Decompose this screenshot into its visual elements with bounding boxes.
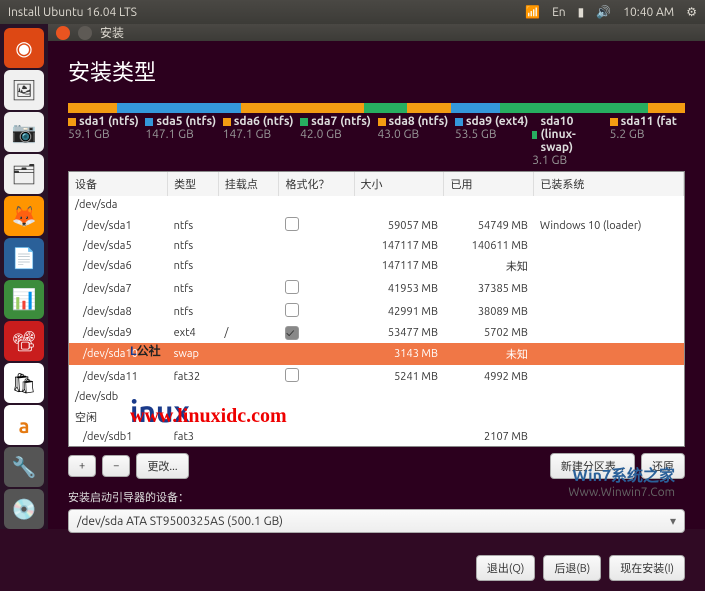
table-row[interactable]: /dev/sda11fat325241 MB4992 MB: [69, 365, 684, 388]
partition-labels: sda1 (ntfs)59.1 GBsda5 (ntfs)147.1 GBsda…: [68, 115, 685, 167]
window-title: 安装: [100, 24, 124, 41]
table-row[interactable]: /dev/sda9ext4/✓53477 MB5702 MB: [69, 323, 684, 343]
add-button[interactable]: +: [68, 455, 96, 477]
app-title: Install Ubuntu 16.04 LTS: [8, 6, 525, 19]
install-button[interactable]: 现在安装(I): [609, 555, 685, 581]
app-icon-2[interactable]: 📷: [4, 112, 44, 152]
back-button[interactable]: 后退(B): [543, 555, 601, 581]
software-icon[interactable]: 🛍: [4, 363, 44, 403]
gear-icon[interactable]: ⚙: [686, 5, 697, 19]
app-icon-1[interactable]: 🖼: [4, 70, 44, 110]
close-icon[interactable]: [56, 26, 70, 40]
col-size[interactable]: 大小: [354, 172, 444, 196]
table-row[interactable]: /dev/sdb: [69, 388, 684, 406]
volume-icon[interactable]: 🔊: [596, 5, 611, 19]
col-format[interactable]: 格式化？: [279, 172, 354, 196]
table-row[interactable]: /dev/sda6ntfs147117 MB未知: [69, 255, 684, 277]
clock[interactable]: 10:40 AM: [623, 6, 674, 19]
table-row[interactable]: /dev/sda: [69, 196, 684, 214]
wifi-icon[interactable]: 📶: [525, 5, 540, 19]
table-row[interactable]: /dev/sda7ntfs41953 MB37385 MB: [69, 277, 684, 300]
wizard-footer: 退出(Q) 后退(B) 现在安装(I): [48, 545, 705, 591]
dash-icon[interactable]: ◉: [4, 28, 44, 68]
page-heading: 安装类型: [48, 41, 705, 95]
col-used[interactable]: 已用: [444, 172, 534, 196]
files-icon[interactable]: 🗂: [4, 154, 44, 194]
col-device[interactable]: 设备: [69, 172, 168, 196]
table-row[interactable]: /dev/sda5ntfs147117 MB140611 MB: [69, 237, 684, 255]
window-titlebar: 安装: [48, 24, 705, 41]
lang-indicator[interactable]: En: [552, 6, 566, 19]
menubar: Install Ubuntu 16.04 LTS 📶 En ▮ 🔊 10:40 …: [0, 0, 705, 24]
install-window: 安装 安装类型 sda1 (ntfs)59.1 GBsda5 (ntfs)147…: [48, 24, 705, 529]
remove-button[interactable]: −: [102, 455, 130, 477]
impress-icon[interactable]: 📽: [4, 321, 44, 361]
col-mount[interactable]: 挂载点: [218, 172, 279, 196]
bootloader-value: /dev/sda ATA ST9500325AS (500.1 GB): [77, 515, 283, 528]
system-tray: 📶 En ▮ 🔊 10:40 AM ⚙: [525, 5, 697, 19]
minimize-icon[interactable]: [78, 26, 92, 40]
watermark-url: www.linuxidc.com: [130, 405, 287, 428]
table-row[interactable]: /dev/sda10swap3143 MB未知: [69, 343, 684, 365]
table-row[interactable]: /dev/sdb1fat32107 MB: [69, 428, 684, 446]
chevron-down-icon: ▾: [670, 514, 676, 528]
battery-icon[interactable]: ▮: [578, 5, 585, 19]
table-row[interactable]: /dev/sda8ntfs42991 MB38089 MB: [69, 300, 684, 323]
watermark-site: Win7系统之家 Www.Winwin7.Com: [568, 462, 675, 499]
unity-launcher: ◉ 🖼 📷 🗂 🦊 📄 📊 📽 🛍 a 🔧 💿: [0, 24, 48, 529]
col-system[interactable]: 已装系统: [534, 172, 684, 196]
partition-bar: [68, 103, 685, 113]
col-type[interactable]: 类型: [168, 172, 219, 196]
calc-icon[interactable]: 📊: [4, 280, 44, 320]
table-row[interactable]: /dev/sda1ntfs59057 MB54749 MBWindows 10 …: [69, 214, 684, 237]
change-button[interactable]: 更改...: [136, 453, 188, 479]
writer-icon[interactable]: 📄: [4, 238, 44, 278]
firefox-icon[interactable]: 🦊: [4, 196, 44, 236]
installer-icon[interactable]: 💿: [4, 489, 44, 529]
bootloader-dropdown[interactable]: /dev/sda ATA ST9500325AS (500.1 GB) ▾: [68, 509, 685, 533]
amazon-icon[interactable]: a: [4, 405, 44, 445]
quit-button[interactable]: 退出(Q): [476, 555, 535, 581]
settings-icon[interactable]: 🔧: [4, 447, 44, 487]
